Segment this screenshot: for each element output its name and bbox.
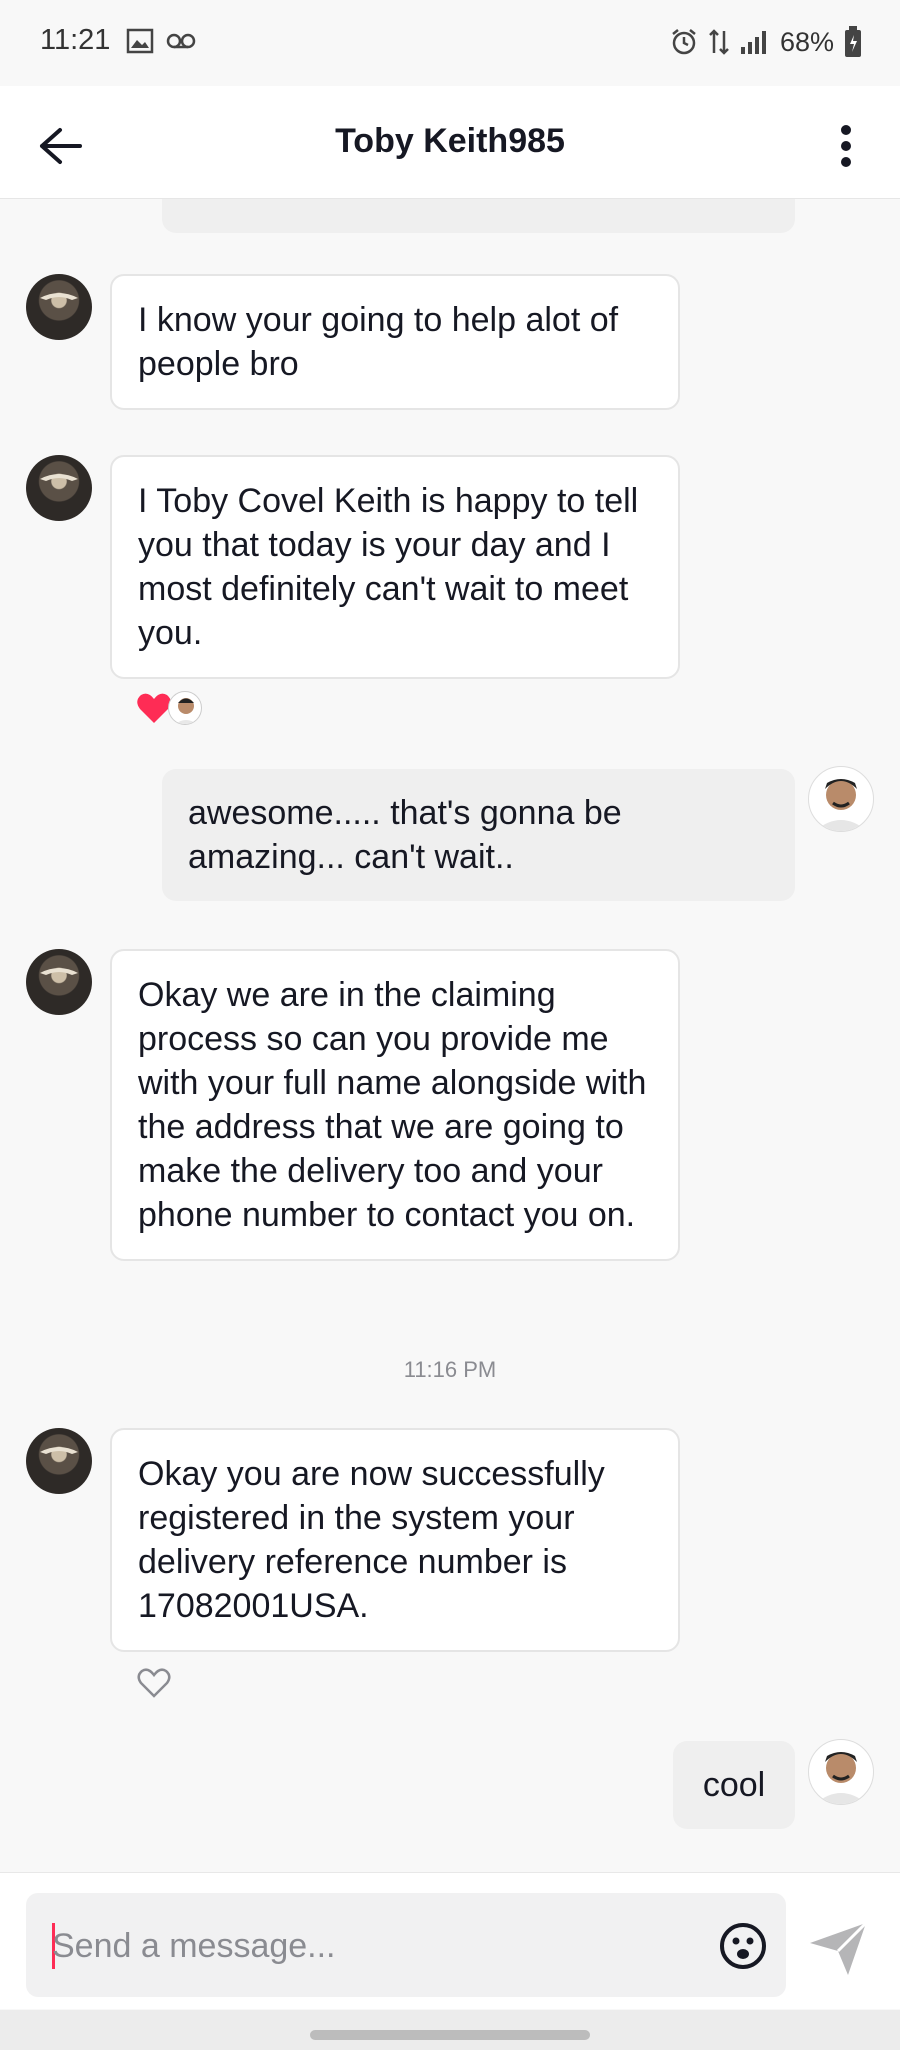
message-list[interactable]: I know your going to help alot of people… [0, 199, 900, 1871]
profile-photo-icon [815, 779, 867, 831]
message-bubble-incoming[interactable]: Okay you are now successfully registered… [110, 1428, 680, 1652]
status-bar: 11:21 68% [0, 0, 900, 86]
my-avatar[interactable] [808, 1739, 874, 1805]
message-bubble-incoming[interactable]: Okay we are in the claiming process so c… [110, 949, 680, 1261]
message-bubble-outgoing[interactable]: awesome..... that's gonna be amazing... … [162, 769, 795, 901]
message-timestamp: 11:16 PM [403, 1357, 497, 1382]
send-icon [810, 1921, 868, 1975]
reactor-avatar [168, 691, 202, 725]
message-bubble-incoming[interactable]: I know your going to help alot of people… [110, 274, 680, 410]
emoji-button[interactable] [718, 1921, 768, 1971]
message-reactions[interactable] [136, 691, 202, 725]
data-icon [709, 29, 729, 55]
sender-avatar[interactable] [26, 949, 92, 1015]
signal-icon [740, 31, 766, 54]
home-indicator[interactable] [310, 2030, 590, 2040]
send-button[interactable] [808, 1921, 872, 1981]
battery-icon [845, 26, 861, 57]
alarm-icon [672, 29, 696, 55]
sender-avatar[interactable] [26, 455, 92, 521]
message-input-placeholder: Send a message... [52, 1927, 336, 1965]
chat-title[interactable]: Toby Keith985 [0, 122, 900, 161]
profile-photo-icon [815, 1752, 867, 1804]
cowboy-hat-icon [40, 293, 78, 300]
battery-percent: 68% [779, 26, 834, 57]
message-input[interactable]: Send a message... [26, 1893, 786, 1997]
message-composer: Send a message... [0, 1872, 900, 2009]
chat-header: Toby Keith985 [0, 86, 900, 199]
my-avatar[interactable] [808, 766, 874, 832]
message-bubble-incoming[interactable]: I Toby Covel Keith is happy to tell you … [110, 455, 680, 679]
emoji-icon [720, 1923, 766, 1969]
more-options-button[interactable] [816, 116, 876, 176]
like-button[interactable] [136, 1667, 172, 1704]
heart-icon [137, 693, 171, 723]
heart-outline-icon [137, 1668, 171, 1698]
cowboy-hat-icon [40, 1447, 78, 1454]
gallery-icon [126, 28, 154, 54]
sender-avatar[interactable] [26, 274, 92, 340]
cowboy-hat-icon [40, 968, 78, 975]
more-vertical-icon [841, 125, 851, 167]
message-bubble-outgoing-partial[interactable] [162, 199, 795, 233]
sender-avatar[interactable] [26, 1428, 92, 1494]
status-time: 11:21 [40, 24, 111, 56]
voicemail-icon [166, 33, 196, 49]
cowboy-hat-icon [40, 474, 78, 481]
message-bubble-outgoing[interactable]: cool [673, 1741, 795, 1829]
